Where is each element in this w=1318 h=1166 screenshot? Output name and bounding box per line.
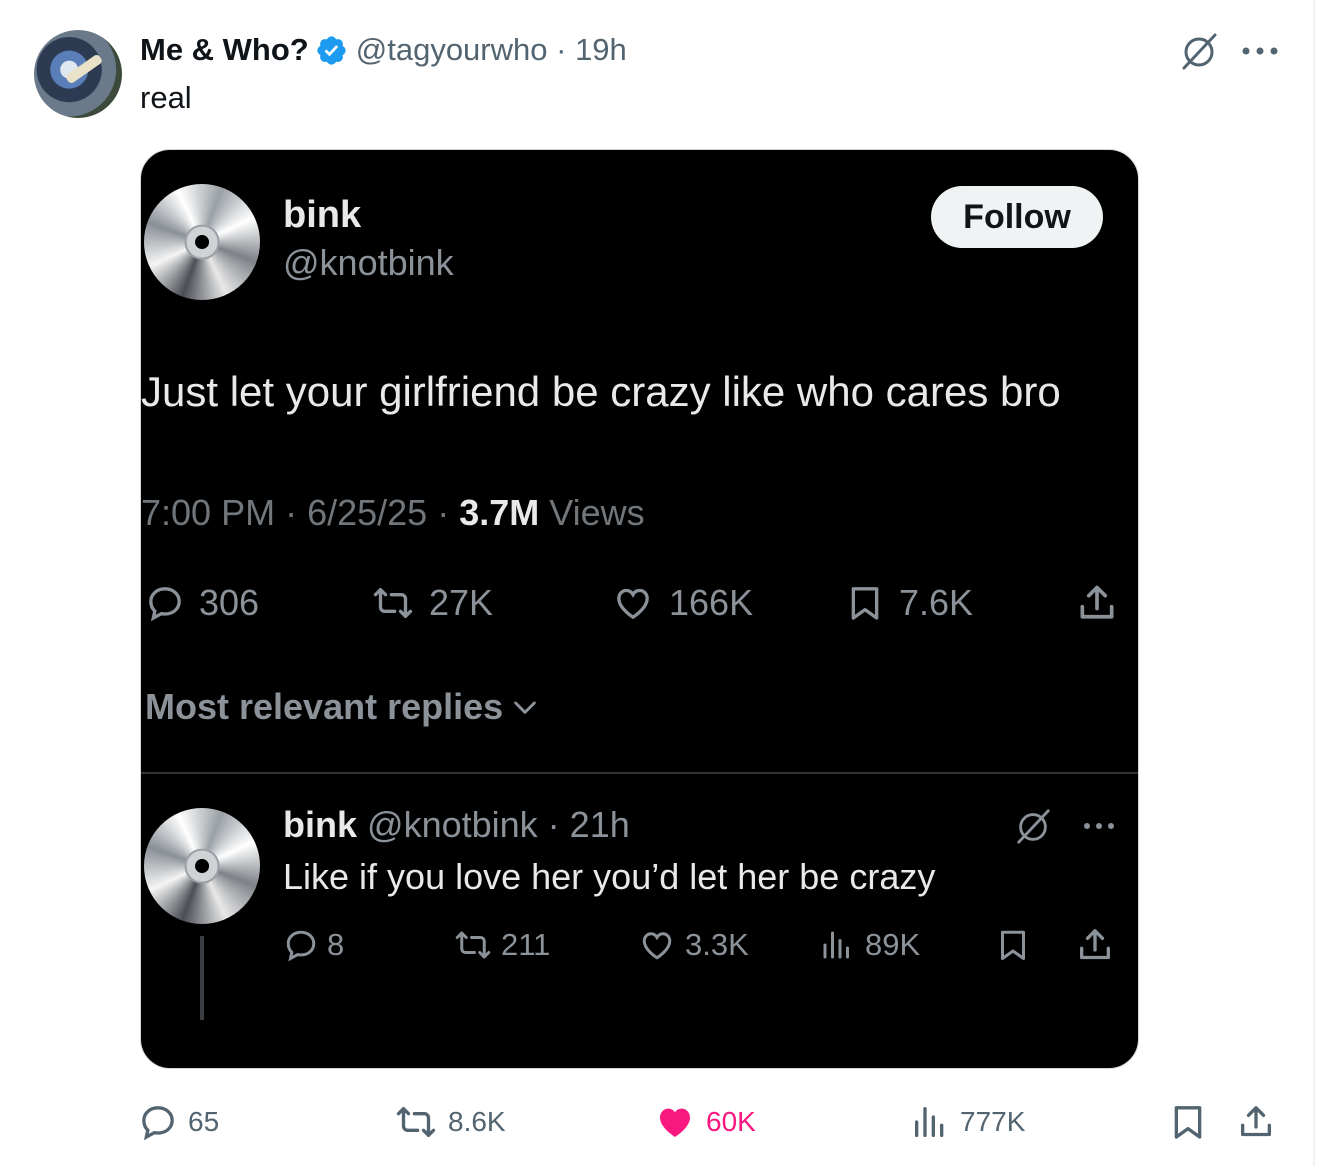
author-avatar[interactable]: [34, 30, 122, 118]
more-icon[interactable]: [1238, 36, 1282, 66]
post-time[interactable]: 19h: [575, 32, 627, 68]
reply-icon: [286, 930, 316, 962]
share-icon: [1080, 585, 1114, 619]
reply-replies-count: 8: [327, 927, 345, 962]
grok-icon: [1017, 809, 1050, 844]
grok-icon[interactable]: [1178, 30, 1220, 72]
reply-author-name: bink: [283, 804, 358, 845]
quoted-bookmarks: 7.6K: [845, 578, 973, 628]
reply-views-count: 89K: [865, 927, 921, 962]
more-icon: [1084, 823, 1114, 829]
engagement-bar: 65 8.6K 60K 777K: [0, 1098, 1318, 1146]
reply-count: 65: [188, 1106, 220, 1137]
reply-action-bar: 8 211 3.3K 89K: [141, 922, 1138, 968]
quoted-author-handle: @knotbink: [283, 242, 454, 283]
replies-sort: Most relevant replies: [145, 686, 541, 728]
reply-share: [1075, 922, 1123, 968]
quoted-text: Just let your girlfriend be crazy like w…: [141, 368, 1061, 415]
reply-reposts-count: 211: [501, 927, 551, 962]
bookmark-button[interactable]: [1168, 1098, 1218, 1146]
quoted-replies-count: 306: [199, 582, 260, 623]
quoted-time: 7:00 PM: [141, 492, 276, 533]
quoted-avatar: [144, 184, 260, 300]
reply-icon: [142, 1106, 174, 1141]
like-count: 60K: [706, 1106, 756, 1137]
share-button[interactable]: [1236, 1098, 1286, 1146]
views-count: 777K: [960, 1106, 1026, 1137]
bookmark-icon: [1174, 1106, 1202, 1139]
repost-count: 8.6K: [448, 1106, 506, 1137]
quoted-bookmarks-count: 7.6K: [899, 582, 974, 623]
reply-button[interactable]: 65: [138, 1098, 219, 1146]
reply-time: 21h: [569, 804, 630, 845]
author-handle[interactable]: @tagyourwho: [356, 32, 548, 68]
reply-text: Like if you love her you’d let her be cr…: [283, 856, 936, 897]
analytics-icon: [823, 931, 849, 959]
share-icon: [1080, 929, 1110, 960]
post-text: real: [140, 80, 192, 115]
follow-button: Follow: [931, 186, 1103, 248]
reply-reposts: 211: [453, 922, 550, 968]
quoted-share: [1075, 578, 1133, 628]
quoted-views-label: Views: [549, 492, 645, 533]
bookmark-icon: [1001, 930, 1025, 960]
reply-author-handle: @knotbink: [367, 804, 538, 845]
quoted-action-bar: 306 27K 166K 7.6K: [141, 578, 1138, 628]
share-icon: [1241, 1106, 1271, 1137]
analytics-icon: [915, 1107, 944, 1137]
replies-sort-label: Most relevant replies: [145, 686, 504, 727]
timeline-border: [1313, 0, 1315, 1166]
like-button[interactable]: 60K: [654, 1098, 756, 1146]
quoted-reposts-count: 27K: [429, 582, 494, 623]
verified-badge-icon: [317, 35, 346, 65]
reply-likes: 3.3K: [637, 922, 749, 968]
reply-views: 89K: [817, 922, 920, 968]
reply-avatar: [144, 808, 260, 924]
reply-header: bink @knotbink · 21h: [283, 804, 630, 846]
author-name[interactable]: Me & Who?: [140, 32, 309, 68]
bookmark-icon: [851, 587, 879, 620]
quoted-screenshot[interactable]: bink @knotbink Follow Just let your girl…: [140, 149, 1139, 1069]
separator-dot: ·: [547, 32, 576, 67]
repost-icon: [455, 931, 491, 959]
quoted-author-name: bink: [283, 194, 362, 236]
quoted-timestamp: 7:00 PM · 6/25/25 · 3.7M Views: [141, 492, 645, 533]
repost-icon: [396, 1107, 436, 1137]
quoted-likes-count: 166K: [669, 582, 754, 623]
like-icon: [642, 932, 672, 960]
quoted-reposts: 27K: [371, 578, 493, 628]
heart-filled-icon: [660, 1108, 690, 1137]
quoted-views-count: 3.7M: [459, 492, 540, 533]
quoted-likes: 166K: [611, 578, 753, 628]
separator-dot: ·: [537, 804, 570, 845]
post-header: Me & Who? @tagyourwho · 19h: [140, 30, 627, 70]
reply-bookmark: [995, 922, 1039, 968]
repost-button[interactable]: 8.6K: [394, 1098, 506, 1146]
reply-icon: [149, 587, 181, 622]
chevron-down-icon: [514, 701, 536, 714]
reply-replies: 8: [283, 922, 344, 968]
like-icon: [617, 588, 649, 620]
quoted-date: 6/25/25: [307, 492, 428, 533]
divider: [141, 772, 1138, 774]
reply-likes-count: 3.3K: [685, 927, 749, 962]
repost-icon: [373, 588, 413, 618]
views-button[interactable]: 777K: [910, 1098, 1025, 1146]
quoted-replies: 306: [145, 578, 259, 628]
